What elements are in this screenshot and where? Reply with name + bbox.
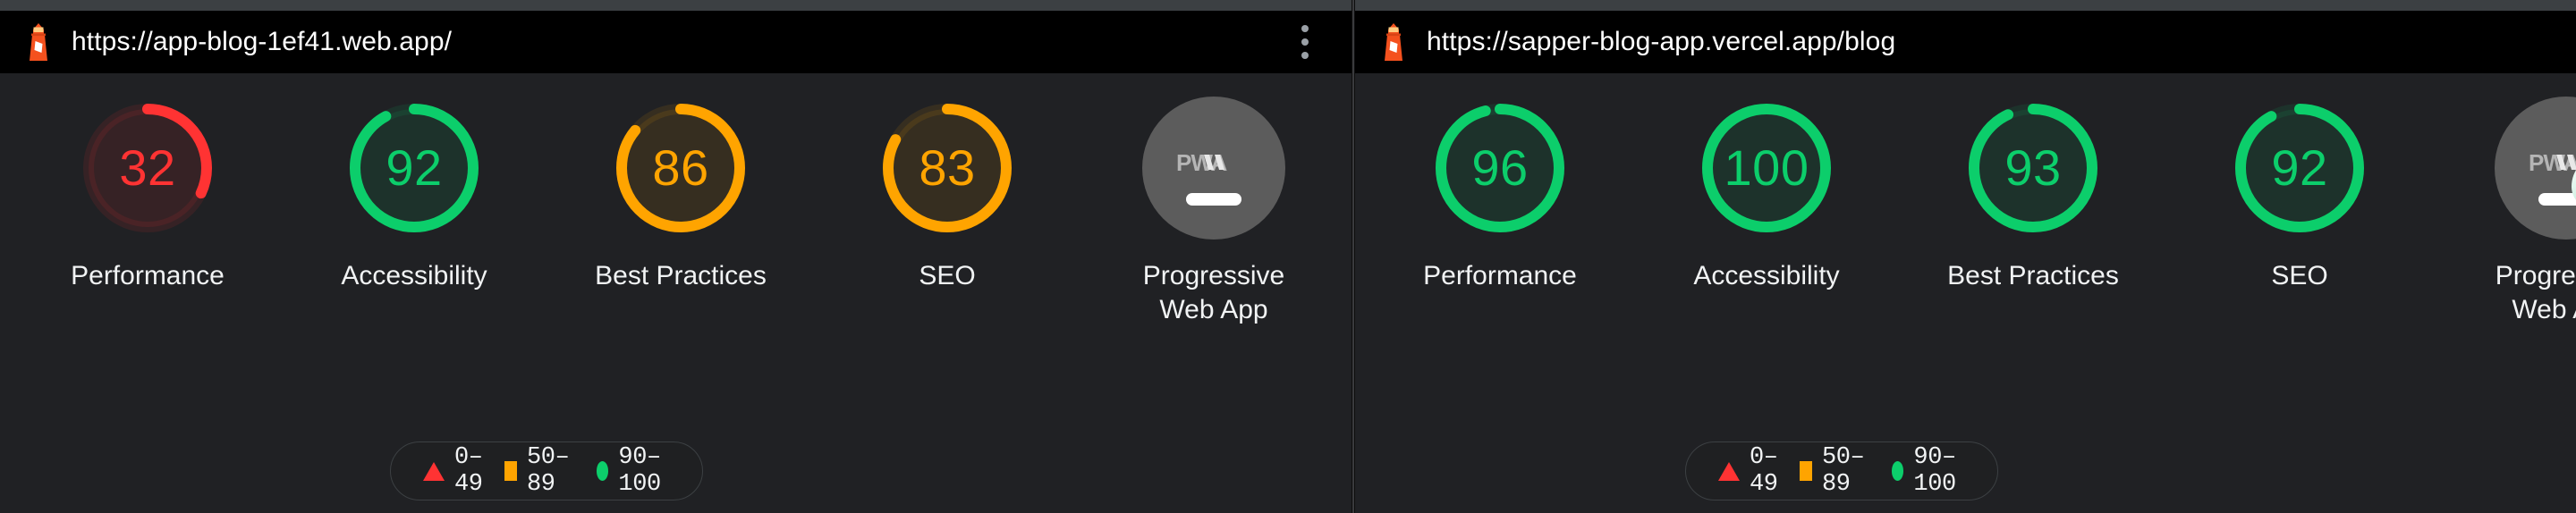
report-left: https://app-blog-1ef41.web.app/ 32 Perfo… xyxy=(0,0,1352,513)
circle-swatch-icon xyxy=(597,461,609,481)
score-dial: 92 xyxy=(2228,97,2371,240)
gauge-label: Performance xyxy=(1423,261,1577,290)
gauge-label: Performance xyxy=(71,261,225,290)
gauge-0-0[interactable]: 32 Performance xyxy=(14,97,281,293)
score-value: 96 xyxy=(1471,139,1529,196)
legend-label: 50–89 xyxy=(1821,444,1865,498)
lighthouse-icon xyxy=(23,23,54,61)
score-value: 100 xyxy=(1724,139,1809,196)
window-top-strip xyxy=(1355,0,2576,11)
score-dial: 86 xyxy=(609,97,752,240)
triangle-swatch-icon xyxy=(1718,461,1740,481)
install-cursor-icon xyxy=(2564,152,2576,229)
lighthouse-score-comparison: https://app-blog-1ef41.web.app/ 32 Perfo… xyxy=(0,0,2576,513)
circle-swatch-icon xyxy=(1892,461,1904,481)
window-top-strip xyxy=(0,0,1352,11)
score-legend: 0–49 50–89 90–100 xyxy=(390,442,703,500)
gauge-label: Best Practices xyxy=(1947,261,2119,290)
report-right: https://sapper-blog-app.vercel.app/blog … xyxy=(1355,0,2576,513)
url-text: https://app-blog-1ef41.web.app/ xyxy=(72,27,453,56)
kebab-dot xyxy=(1301,25,1309,32)
score-value: 92 xyxy=(2271,139,2328,196)
pwa-wordmark-icon: PWA xyxy=(1176,150,1251,177)
score-value: 93 xyxy=(2004,139,2062,196)
kebab-menu-icon[interactable] xyxy=(1301,25,1309,59)
gauge-label: SEO xyxy=(2271,261,2328,290)
score-dial: 100 xyxy=(1695,97,1838,240)
pwa-badge-icon: PWA xyxy=(1142,97,1285,240)
gauge-1-pwa[interactable]: PWA Progressive Web App xyxy=(2433,97,2576,327)
legend-entry: 50–89 xyxy=(494,444,586,498)
score-dial: 93 xyxy=(1962,97,2105,240)
gauge-row: 96 Performance 100 Accessibility 93 Best… xyxy=(1367,97,2576,327)
score-dial: 92 xyxy=(343,97,486,240)
gauge-1-0[interactable]: 96 Performance xyxy=(1367,97,1633,293)
lighthouse-icon xyxy=(1378,23,1409,61)
legend-label: 0–49 xyxy=(454,444,483,498)
score-value: 86 xyxy=(652,139,709,196)
gauge-label: Progressive Web App xyxy=(1142,261,1285,324)
url-bar[interactable]: https://sapper-blog-app.vercel.app/blog xyxy=(1355,11,2576,73)
score-dial: 83 xyxy=(876,97,1019,240)
gauge-1-3[interactable]: 92 SEO xyxy=(2166,97,2433,293)
score-value: 92 xyxy=(386,139,443,196)
gauge-label: Progressive Web App xyxy=(2495,261,2576,324)
gauge-0-pwa[interactable]: PWA Progressive Web App xyxy=(1080,97,1347,327)
gauge-0-3[interactable]: 83 SEO xyxy=(814,97,1080,293)
legend-entry: 90–100 xyxy=(586,444,681,498)
pwa-dash-icon xyxy=(1186,193,1241,206)
url-bar[interactable]: https://app-blog-1ef41.web.app/ xyxy=(0,11,1352,73)
gauge-label: SEO xyxy=(919,261,976,290)
score-value: 83 xyxy=(919,139,976,196)
gauge-1-1[interactable]: 100 Accessibility xyxy=(1633,97,1900,293)
url-text: https://sapper-blog-app.vercel.app/blog xyxy=(1427,27,1896,56)
legend-entry: 90–100 xyxy=(1881,444,1976,498)
square-swatch-icon xyxy=(1799,461,1812,481)
legend-entry: 0–49 xyxy=(412,444,494,498)
legend-label: 0–49 xyxy=(1750,444,1778,498)
gauge-0-2[interactable]: 86 Best Practices xyxy=(547,97,814,293)
triangle-swatch-icon xyxy=(423,461,445,481)
square-swatch-icon xyxy=(504,461,517,481)
legend-label: 90–100 xyxy=(618,444,661,498)
kebab-dot xyxy=(1301,38,1309,46)
legend-entry: 50–89 xyxy=(1789,444,1881,498)
kebab-dot xyxy=(1301,52,1309,59)
legend-label: 50–89 xyxy=(526,444,570,498)
gauge-label: Accessibility xyxy=(341,261,487,290)
score-value: 32 xyxy=(119,139,176,196)
score-dial: 32 xyxy=(76,97,219,240)
score-dial: 96 xyxy=(1428,97,1572,240)
report-body: 96 Performance 100 Accessibility 93 Best… xyxy=(1355,73,2576,513)
legend-entry: 0–49 xyxy=(1707,444,1789,498)
gauge-0-1[interactable]: 92 Accessibility xyxy=(281,97,547,293)
gauge-label: Accessibility xyxy=(1693,261,1840,290)
gauge-row: 32 Performance 92 Accessibility 86 Best … xyxy=(14,97,1347,327)
score-legend: 0–49 50–89 90–100 xyxy=(1685,442,1998,500)
legend-label: 90–100 xyxy=(1913,444,1956,498)
gauge-1-2[interactable]: 93 Best Practices xyxy=(1900,97,2166,293)
pwa-badge-icon: PWA xyxy=(2495,97,2576,240)
gauge-label: Best Practices xyxy=(595,261,767,290)
report-body: 32 Performance 92 Accessibility 86 Best … xyxy=(0,73,1352,513)
